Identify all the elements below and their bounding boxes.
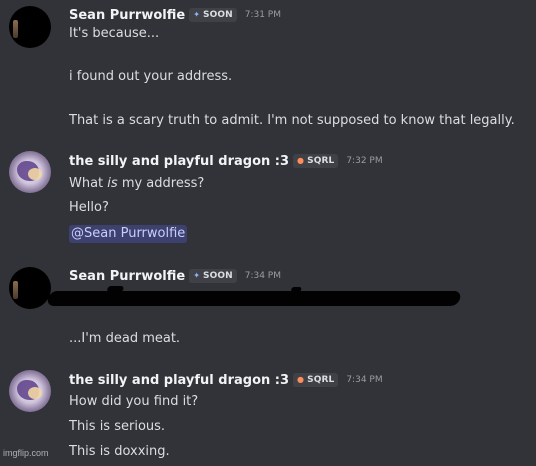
clan-tag-badge[interactable]: ● SQRL xyxy=(293,154,339,168)
clan-tag-label: SOON xyxy=(203,271,233,281)
message-header: Sean Purrwolfie ✦ SOON 7:34 PM xyxy=(69,266,281,286)
text-part: my address? xyxy=(117,176,205,191)
clan-tag-badge[interactable]: ✦ SOON xyxy=(189,8,237,22)
message-line: What is my address? xyxy=(69,175,204,193)
username[interactable]: Sean Purrwolfie xyxy=(69,8,185,23)
avatar[interactable] xyxy=(9,151,51,193)
clan-tag-icon: ✦ xyxy=(193,271,200,280)
username[interactable]: the silly and playful dragon :3 xyxy=(69,373,289,388)
chat-log: Sean Purrwolfie ✦ SOON 7:31 PM It's beca… xyxy=(0,0,536,466)
message-line: That is a scary truth to admit. I'm not … xyxy=(69,113,515,128)
username[interactable]: Sean Purrwolfie xyxy=(69,269,185,284)
timestamp[interactable]: 7:34 PM xyxy=(346,375,382,385)
watermark: imgflip.com xyxy=(3,448,49,458)
message-line: Hello? xyxy=(69,200,109,215)
timestamp[interactable]: 7:32 PM xyxy=(346,156,382,166)
redaction-mark xyxy=(46,291,462,306)
clan-tag-badge[interactable]: ✦ SOON xyxy=(189,269,237,283)
clan-tag-label: SQRL xyxy=(307,156,335,166)
message-line: i found out your address. xyxy=(69,69,233,84)
text-part: What xyxy=(69,176,108,191)
message-line: It's because... xyxy=(69,26,160,41)
message-line: ...I'm dead meat. xyxy=(69,331,181,346)
clan-tag-icon: ● xyxy=(297,156,305,165)
username[interactable]: the silly and playful dragon :3 xyxy=(69,154,289,169)
message-line: @Sean Purrwolfie xyxy=(69,225,188,243)
message-line: How did you find it? xyxy=(69,394,199,409)
message-line: This is doxxing. xyxy=(69,444,170,459)
timestamp[interactable]: 7:34 PM xyxy=(245,271,281,281)
timestamp[interactable]: 7:31 PM xyxy=(245,10,281,20)
emphasis-text: is xyxy=(107,176,118,191)
avatar[interactable] xyxy=(9,6,51,48)
message-header: Sean Purrwolfie ✦ SOON 7:31 PM xyxy=(69,5,281,25)
message-header: the silly and playful dragon :3 ● SQRL 7… xyxy=(69,370,383,390)
clan-tag-label: SQRL xyxy=(307,375,335,385)
avatar[interactable] xyxy=(9,267,51,309)
avatar[interactable] xyxy=(9,370,51,412)
message-line: This is serious. xyxy=(69,419,166,434)
message-header: the silly and playful dragon :3 ● SQRL 7… xyxy=(69,151,383,171)
clan-tag-label: SOON xyxy=(203,10,233,20)
clan-tag-icon: ● xyxy=(297,375,305,384)
clan-tag-badge[interactable]: ● SQRL xyxy=(293,373,339,387)
clan-tag-icon: ✦ xyxy=(193,10,200,19)
user-mention[interactable]: @Sean Purrwolfie xyxy=(69,225,188,243)
